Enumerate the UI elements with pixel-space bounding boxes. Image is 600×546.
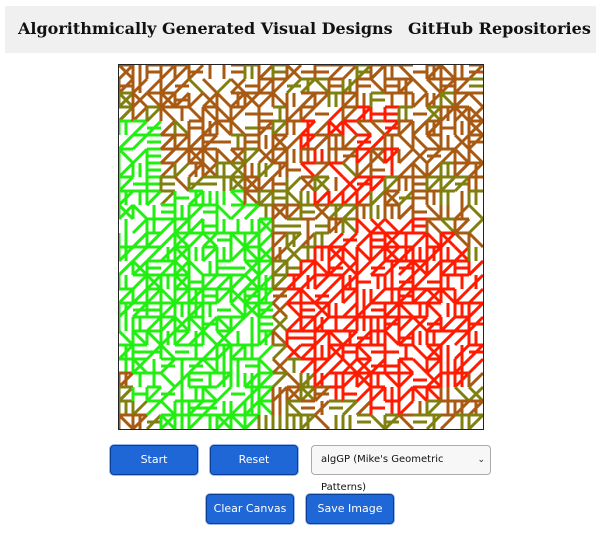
clear-canvas-button[interactable]: Clear Canvas (206, 494, 294, 524)
algorithm-select-value: algGP (Mike's Geometric Patterns) (321, 454, 444, 493)
save-image-button[interactable]: Save Image (306, 494, 394, 524)
drawing-canvas[interactable] (118, 64, 484, 430)
nav-link-github-repositories[interactable]: GitHub Repositories (408, 19, 591, 38)
nav-link-visual-designs[interactable]: Algorithmically Generated Visual Designs (18, 19, 393, 38)
algorithm-select[interactable]: algGP (Mike's Geometric Patterns) ⌄ (311, 445, 491, 493)
chevron-down-icon: ⌄ (477, 455, 485, 465)
top-nav-bar: Algorithmically Generated Visual Designs… (5, 6, 596, 53)
reset-button[interactable]: Reset (210, 445, 298, 475)
start-button[interactable]: Start (110, 445, 198, 475)
geometric-pattern-image (119, 65, 483, 429)
